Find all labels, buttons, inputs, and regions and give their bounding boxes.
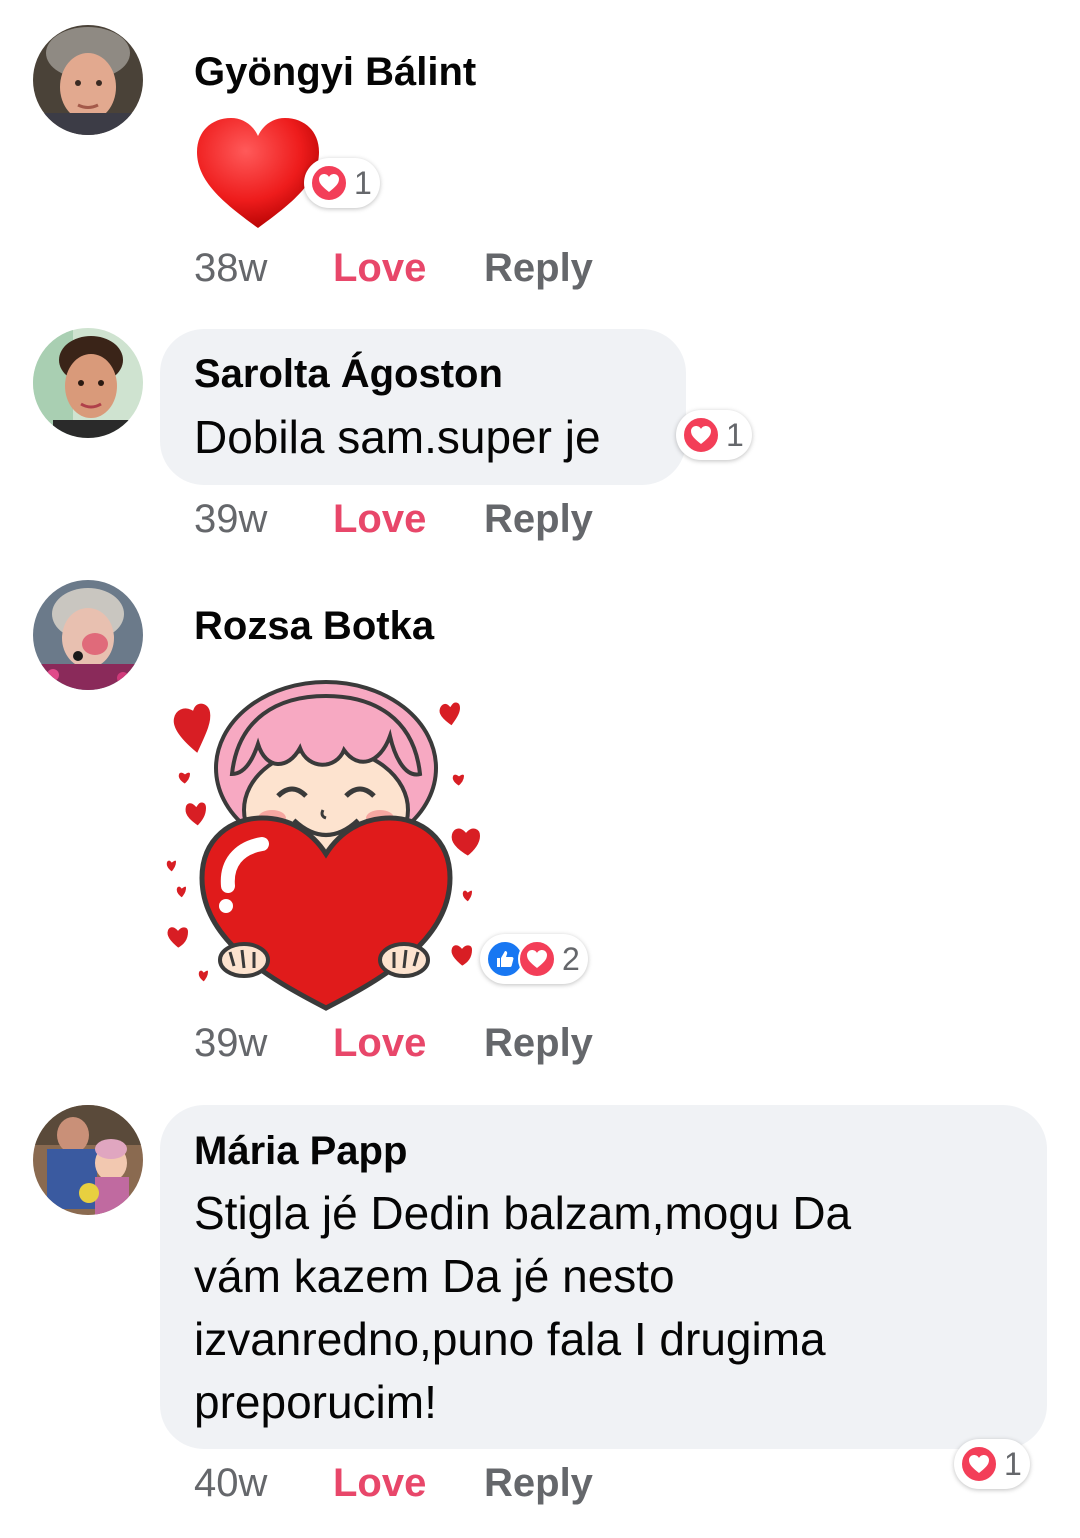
love-button[interactable]: Love	[333, 1019, 426, 1067]
avatar[interactable]	[33, 580, 143, 690]
heart-reaction-icon	[960, 1445, 998, 1483]
avatar[interactable]	[33, 328, 143, 438]
reaction-summary[interactable]: 2	[480, 934, 588, 984]
reaction-count: 2	[562, 940, 580, 977]
love-button[interactable]: Love	[333, 495, 426, 543]
reaction-count: 1	[354, 164, 372, 201]
reply-button[interactable]: Reply	[484, 1019, 593, 1067]
reaction-count: 1	[1004, 1445, 1022, 1482]
comment-text: Stigla jé Dedin balzam,mogu Da vám kazem…	[194, 1182, 851, 1434]
comment-time: 38w	[194, 246, 268, 290]
avatar[interactable]	[33, 25, 143, 135]
comment-time: 39w	[194, 1021, 268, 1065]
comment-author[interactable]: Rozsa Botka	[194, 602, 434, 650]
heart-emoji-attachment	[195, 116, 321, 232]
reply-button[interactable]: Reply	[484, 1459, 593, 1507]
reaction-summary[interactable]: 1	[954, 1439, 1030, 1489]
comment-text-line: Stigla jé Dedin balzam,mogu Da	[194, 1187, 852, 1239]
girl-holding-heart-sticker	[158, 678, 494, 1012]
heart-reaction-icon	[682, 416, 720, 454]
comment-time: 40w	[194, 1461, 268, 1505]
comment-text-line: vám kazem Da jé nesto	[194, 1250, 675, 1302]
reply-button[interactable]: Reply	[484, 495, 593, 543]
heart-reaction-icon	[518, 940, 556, 978]
reaction-count: 1	[726, 416, 744, 453]
reply-button[interactable]: Reply	[484, 244, 593, 292]
heart-reaction-icon	[310, 164, 348, 202]
reaction-summary[interactable]: 1	[304, 158, 380, 208]
comment-text-line: izvanredno,puno fala I drugima	[194, 1313, 826, 1365]
love-button[interactable]: Love	[333, 244, 426, 292]
comment-text-line: preporucim!	[194, 1376, 437, 1428]
comment-author[interactable]: Mária Papp	[194, 1127, 407, 1175]
comment-author[interactable]: Gyöngyi Bálint	[194, 48, 476, 96]
love-button[interactable]: Love	[333, 1459, 426, 1507]
comment-text: Dobila sam.super je	[194, 411, 601, 463]
avatar[interactable]	[33, 1105, 143, 1215]
comment-author[interactable]: Sarolta Ágoston	[194, 350, 503, 398]
reaction-summary[interactable]: 1	[676, 410, 752, 460]
comment-time: 39w	[194, 497, 268, 541]
